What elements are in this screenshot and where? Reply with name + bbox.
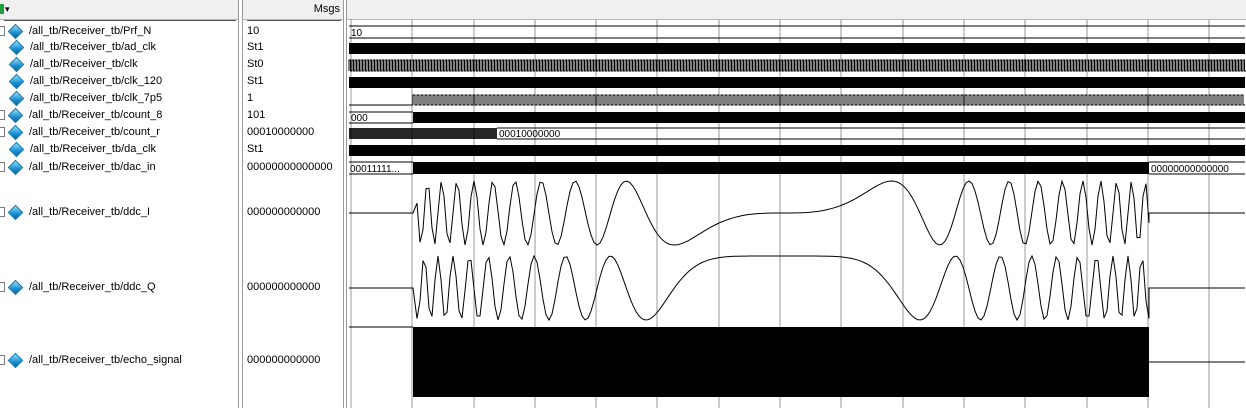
signal-value: 00000000000000 xyxy=(247,161,333,173)
signal-diamond-icon xyxy=(7,352,24,368)
signal-value: 1 xyxy=(247,92,254,104)
count-r-wave-label: 00010000000 xyxy=(499,129,561,140)
signal-diamond-icon xyxy=(7,23,24,39)
dropdown-arrow-icon[interactable]: ▾ xyxy=(5,4,10,15)
signal-name: /all_tb/Receiver_tb/echo_signal xyxy=(29,354,182,366)
signal-value: 000000000000 xyxy=(247,281,321,293)
values-header-separator xyxy=(247,20,341,21)
signal-row[interactable]: /all_tb/Receiver_tb/echo_signal xyxy=(0,352,238,368)
clk-7p5-wave xyxy=(412,94,1245,106)
signal-value: 00010000000 xyxy=(247,126,315,138)
da-clk-wave xyxy=(349,145,1245,156)
signal-diamond-icon xyxy=(8,56,25,72)
expand-icon[interactable] xyxy=(0,207,5,217)
names-header: ▾ xyxy=(0,0,238,20)
signal-row[interactable]: /all_tb/Receiver_tb/clk_120 xyxy=(0,73,238,89)
signal-name: /all_tb/Receiver_tb/ad_clk xyxy=(30,41,156,53)
clk-120-wave xyxy=(349,77,1245,88)
signal-names-pane: ▾ /all_tb/Receiver_tb/Prf_N/all_tb/Recei… xyxy=(0,0,239,408)
signal-row[interactable]: /all_tb/Receiver_tb/dac_in xyxy=(0,159,238,175)
signal-name: /all_tb/Receiver_tb/ddc_Q xyxy=(29,281,156,293)
dac-in-end-label: 00000000000000 xyxy=(1151,164,1229,175)
values-pane: Msgs 10 St1 St0 St1 1 101 00010000000 St1 000000… xyxy=(242,0,344,408)
expand-icon[interactable] xyxy=(0,110,5,120)
echo-signal-wave xyxy=(413,327,1149,397)
signal-diamond-icon xyxy=(8,39,25,55)
signal-value: St1 xyxy=(247,41,264,53)
expand-icon[interactable] xyxy=(0,127,5,137)
signal-name: /all_tb/Receiver_tb/dac_in xyxy=(29,161,156,173)
signal-row[interactable]: /all_tb/Receiver_tb/Prf_N xyxy=(0,23,238,39)
names-menu-button[interactable]: ▾ xyxy=(0,3,10,15)
signal-diamond-icon xyxy=(8,141,25,157)
ddc-q-wave xyxy=(349,254,1245,322)
expand-icon[interactable] xyxy=(0,355,5,365)
signal-value: 10 xyxy=(247,25,260,37)
signal-name: /all_tb/Receiver_tb/count_r xyxy=(29,126,160,138)
signal-name: /all_tb/Receiver_tb/clk xyxy=(30,58,138,70)
signal-value: 101 xyxy=(247,109,266,121)
signal-row[interactable]: /all_tb/Receiver_tb/count_8 xyxy=(0,107,238,123)
dac-in-start-label: 00011111... xyxy=(350,164,400,175)
count-8-wave xyxy=(413,112,1245,123)
ddc-i-wave xyxy=(349,179,1245,247)
clk-wave xyxy=(348,59,1246,72)
signal-diamond-icon xyxy=(7,204,24,220)
signal-row[interactable]: /all_tb/Receiver_tb/count_r xyxy=(0,124,238,140)
signal-row[interactable]: /all_tb/Receiver_tb/ddc_I xyxy=(0,204,238,220)
signal-diamond-icon xyxy=(8,73,25,89)
signal-name: /all_tb/Receiver_tb/da_clk xyxy=(30,143,156,155)
waveform-canvas[interactable]: 10 000 00010000000 00011111... 0000000000000… xyxy=(347,0,1246,408)
msgs-column-label: Msgs xyxy=(313,3,340,15)
signal-name: /all_tb/Receiver_tb/clk_7p5 xyxy=(30,92,163,104)
waveform-pane[interactable]: 10 000 00010000000 00011111... 0000000000000… xyxy=(346,0,1246,408)
signal-value: St0 xyxy=(247,58,264,70)
signal-row[interactable]: /all_tb/Receiver_tb/ddc_Q xyxy=(0,279,238,295)
signal-row[interactable]: /all_tb/Receiver_tb/ad_clk xyxy=(0,39,238,55)
signal-diamond-icon xyxy=(7,124,24,140)
values-header: Msgs xyxy=(243,0,343,20)
expand-icon[interactable] xyxy=(0,26,5,36)
signal-row[interactable]: /all_tb/Receiver_tb/clk_7p5 xyxy=(0,90,238,106)
signal-value: 000000000000 xyxy=(247,354,321,366)
signal-diamond-icon xyxy=(7,159,24,175)
signal-diamond-icon xyxy=(8,90,25,106)
expand-icon[interactable] xyxy=(0,282,5,292)
prf-n-wave-label: 10 xyxy=(351,28,363,39)
signal-row[interactable]: /all_tb/Receiver_tb/da_clk xyxy=(0,141,238,157)
signal-value: St1 xyxy=(247,75,264,87)
expand-icon[interactable] xyxy=(0,162,5,172)
signal-name: /all_tb/Receiver_tb/ddc_I xyxy=(29,206,151,218)
signal-diamond-icon xyxy=(7,107,24,123)
count-r-burst xyxy=(349,128,497,139)
signal-value: 000000000000 xyxy=(247,206,321,218)
signal-name: /all_tb/Receiver_tb/count_8 xyxy=(29,109,163,121)
status-indicator-icon xyxy=(0,4,4,14)
count-8-wave-label: 000 xyxy=(351,113,368,124)
signal-diamond-icon xyxy=(7,279,24,295)
header-separator xyxy=(4,20,236,21)
signal-value: St1 xyxy=(247,143,264,155)
dac-in-wave xyxy=(413,162,1245,174)
ad-clk-wave xyxy=(349,43,1245,54)
signal-name: /all_tb/Receiver_tb/clk_120 xyxy=(30,75,163,87)
signal-row[interactable]: /all_tb/Receiver_tb/clk xyxy=(0,56,238,72)
signal-name: /all_tb/Receiver_tb/Prf_N xyxy=(29,25,152,37)
